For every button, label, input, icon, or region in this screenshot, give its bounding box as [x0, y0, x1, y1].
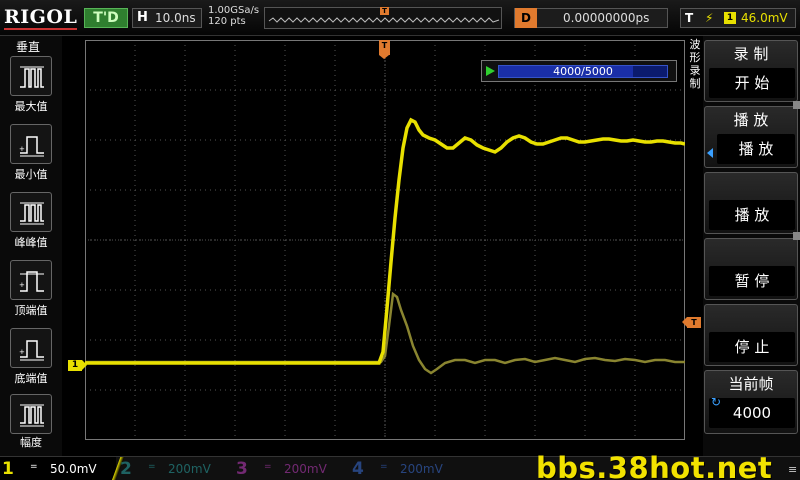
- waveform-grid: [85, 40, 685, 440]
- svg-text:+: +: [19, 348, 25, 356]
- dc-coupling-icon: =: [148, 462, 156, 472]
- sample-rate: 1.00GSa/s: [208, 5, 260, 16]
- channel-bar: 1 = 50.0mV 2 = 200mV 3 = 200mV 4 = 200mV…: [0, 451, 800, 480]
- measure-amplitude-button[interactable]: [10, 394, 52, 434]
- trigger-source: 1: [724, 12, 736, 24]
- dc-coupling-icon: =: [380, 462, 388, 472]
- ch1-offset-marker[interactable]: 1: [68, 360, 87, 371]
- ch4-scale: 200mV: [400, 462, 443, 476]
- measure-top-label: 顶端值: [14, 304, 48, 317]
- ch3-scale: 200mV: [284, 462, 327, 476]
- watermark: bbs.38hot.net: [536, 451, 773, 480]
- timebase-value: 10.0ns: [155, 11, 196, 25]
- min-measure-icon: +: [19, 136, 44, 157]
- svg-text:+: +: [19, 281, 25, 289]
- selected-arrow-icon: [707, 148, 713, 158]
- memory-trigger-marker: T: [380, 7, 389, 15]
- ch4-tab[interactable]: 4 = 200mV: [350, 457, 466, 480]
- dc-coupling-icon: =: [30, 462, 38, 472]
- play-value: 播 放: [709, 200, 795, 230]
- playback-value: 播 放: [717, 134, 795, 164]
- pause-value: 暂 停: [709, 266, 795, 296]
- trigger-label: T: [685, 11, 694, 25]
- current-frame-value: 4000: [709, 398, 795, 428]
- dc-coupling-icon: =: [264, 462, 272, 472]
- measure-min-label: 最小值: [14, 168, 48, 181]
- measure-base-button[interactable]: +: [10, 328, 52, 368]
- trigger-level: 46.0mV: [741, 11, 788, 25]
- ch3-tab[interactable]: 3 = 200mV: [234, 457, 350, 480]
- peak-to-peak-icon: [20, 202, 44, 225]
- measure-max-label: 最大值: [14, 100, 48, 113]
- horizontal-timebase[interactable]: H 10.0ns: [132, 8, 202, 28]
- measure-amplitude-label: 幅度: [20, 436, 42, 449]
- knob-icon: ↻: [711, 395, 722, 409]
- softkey-menu: 录 制 开 始 播 放 播 放 播 放 暂 停 停 止 当前帧 4000 ↻: [703, 36, 800, 458]
- timebase-label: H: [137, 10, 148, 25]
- measure-vpp-label: 峰峰值: [14, 236, 48, 249]
- record-value: 开 始: [709, 68, 795, 98]
- current-frame-title: 当前帧: [728, 375, 774, 393]
- frame-progress-bar: 4000/5000: [498, 65, 668, 78]
- record-title: 录 制: [733, 45, 769, 63]
- sample-info: 1.00GSa/s 120 pts: [208, 5, 259, 27]
- base-value-icon: +: [19, 340, 44, 361]
- memory-depth: 120 pts: [208, 16, 246, 27]
- ch3-number: 3: [236, 459, 248, 479]
- ch2-number: 2: [120, 459, 132, 479]
- measure-vpp-button[interactable]: [10, 192, 52, 232]
- ch1-scale: 50.0mV: [50, 462, 97, 476]
- side-menu-label: 波形录制: [689, 38, 701, 90]
- pause-softkey[interactable]: 暂 停: [704, 238, 798, 300]
- run-status-badge[interactable]: T'D: [84, 8, 128, 28]
- stop-softkey[interactable]: 停 止: [704, 304, 798, 366]
- trigger-position-marker[interactable]: T: [379, 40, 390, 59]
- ch4-number: 4: [352, 459, 364, 479]
- measure-panel-title: 垂直: [16, 40, 41, 54]
- measure-min-button[interactable]: +: [10, 124, 52, 164]
- play-icon: [486, 66, 495, 76]
- brand-logo: RIGOL: [4, 6, 78, 30]
- svg-text:+: +: [19, 145, 25, 153]
- waveform-display[interactable]: [85, 40, 685, 440]
- memory-overview[interactable]: T: [264, 7, 502, 29]
- current-frame-softkey[interactable]: 当前帧 4000 ↻: [704, 370, 798, 434]
- record-softkey[interactable]: 录 制 开 始: [704, 40, 798, 102]
- stop-value: 停 止: [709, 332, 795, 362]
- trigger-info[interactable]: T ⚡ 1 46.0mV: [680, 8, 796, 28]
- measure-panel: 垂直 最大值 + 最小值 峰峰值 + 顶端值 + 底端值 幅度: [0, 36, 62, 458]
- top-value-icon: +: [19, 271, 44, 292]
- rising-edge-icon: ⚡: [705, 11, 714, 25]
- status-bar: RIGOL T'D H 10.0ns 1.00GSa/s 120 pts T D…: [0, 0, 800, 36]
- delay-label: D: [515, 8, 537, 28]
- measure-base-label: 底端值: [14, 372, 48, 385]
- menu-icon[interactable]: ≡: [788, 463, 797, 476]
- playback-softkey[interactable]: 播 放 播 放: [704, 106, 798, 168]
- frame-progress-text: 4000/5000: [553, 65, 613, 78]
- measure-top-button[interactable]: +: [10, 260, 52, 300]
- measure-max-button[interactable]: [10, 56, 52, 96]
- ch2-scale: 200mV: [168, 462, 211, 476]
- amplitude-icon: [20, 404, 44, 427]
- trigger-level-marker[interactable]: T: [682, 317, 701, 328]
- playback-title: 播 放: [733, 111, 769, 129]
- ch1-number: 1: [2, 459, 14, 479]
- frame-progress: 4000/5000: [481, 60, 677, 82]
- max-measure-icon: [20, 66, 44, 88]
- ch2-tab[interactable]: 2 = 200mV: [118, 457, 234, 480]
- delay-value: 0.00000000ps: [563, 11, 650, 25]
- softkey-edge-tab: [793, 232, 800, 240]
- softkey-edge-tab: [793, 101, 800, 109]
- play-softkey[interactable]: 播 放: [704, 172, 798, 234]
- delay-display[interactable]: D 0.00000000ps: [514, 8, 668, 28]
- ch1-tab[interactable]: 1 = 50.0mV: [0, 457, 116, 480]
